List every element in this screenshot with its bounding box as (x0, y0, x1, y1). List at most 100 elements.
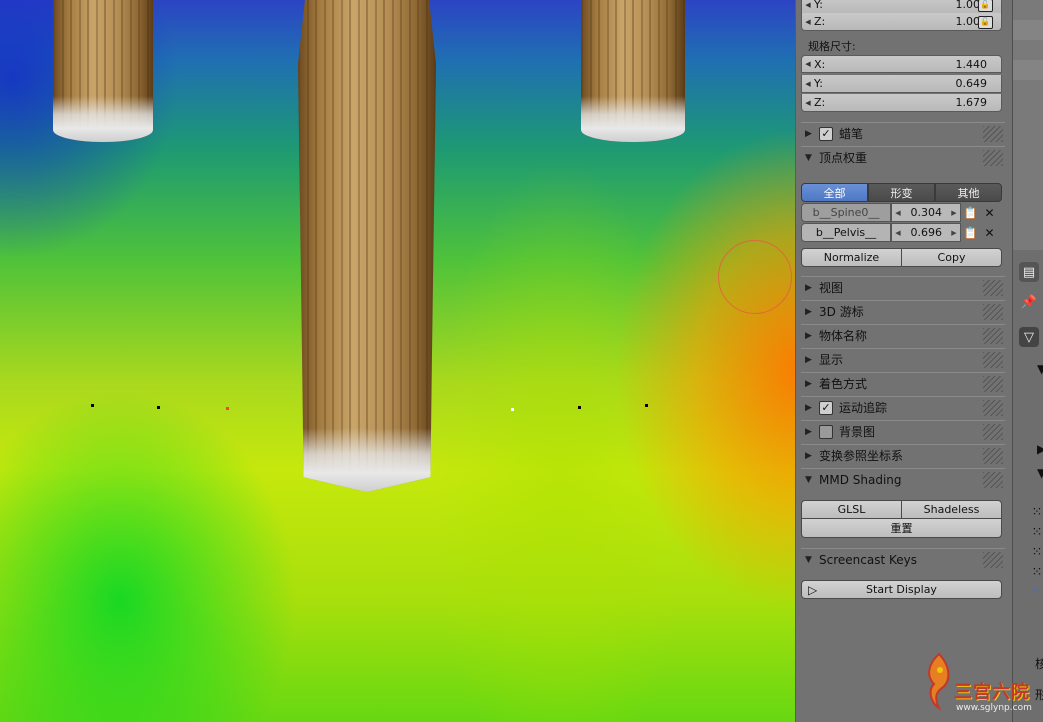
collapse-triangle-icon: ▼ (1037, 466, 1043, 480)
drag-grip-icon[interactable] (983, 552, 1003, 568)
3d-viewport[interactable] (0, 0, 795, 722)
phoenix-logo-icon (928, 652, 950, 711)
drag-grip-icon[interactable] (983, 424, 1003, 440)
wood-texture (298, 0, 436, 492)
shadeless-button[interactable]: Shadeless (901, 500, 1002, 519)
hair-strand-left (53, 0, 153, 142)
list-item[interactable] (1013, 60, 1043, 80)
mesh-data-icon[interactable]: ▽ (1019, 327, 1039, 347)
increment-arrow-icon[interactable]: ▶ (948, 229, 960, 237)
vertex-group-name[interactable]: b__Pelvis__ (801, 223, 891, 242)
drag-grip-icon[interactable] (983, 150, 1003, 166)
lock-scale-y-toggle[interactable]: 🔓 (970, 0, 1000, 14)
section-grease-pencil[interactable]: ▶ ✓ 蜡笔 (801, 122, 1005, 144)
drag-grip-icon[interactable] (983, 352, 1003, 368)
dimension-x-field[interactable]: ◀ X: 1.440 (801, 55, 1002, 73)
drag-grip-icon[interactable] (983, 280, 1003, 296)
expand-triangle-icon: ▶ (805, 426, 812, 437)
vertex-group-icon[interactable]: ⁙ (1027, 522, 1043, 542)
list-item[interactable] (1013, 0, 1043, 20)
paste-weight-icon[interactable]: 📋 (961, 223, 980, 242)
decrement-arrow-icon[interactable]: ◀ (892, 229, 904, 237)
hair-strand-center (298, 0, 436, 492)
vertex-group-name[interactable]: b__Spine0__ (801, 203, 891, 222)
decrement-arrow-icon[interactable]: ◀ (802, 18, 814, 26)
section-item-name[interactable]: ▶ 物体名称 (801, 324, 1005, 346)
section-motion-tracking[interactable]: ▶ ✓ 运动追踪 (801, 396, 1005, 418)
tab-all[interactable]: 全部 (801, 183, 868, 202)
decrement-arrow-icon[interactable]: ◀ (802, 60, 814, 68)
expand-triangle-icon: ▶ (805, 128, 812, 139)
background-images-checkbox[interactable] (819, 424, 833, 439)
expand-triangle-icon: ▶ (805, 402, 812, 413)
hair-strand-right (581, 0, 685, 142)
drag-grip-icon[interactable] (983, 126, 1003, 142)
section-shading[interactable]: ▶ 着色方式 (801, 372, 1005, 394)
paste-weight-icon[interactable]: 📋 (961, 203, 980, 222)
drag-grip-icon[interactable] (983, 328, 1003, 344)
vertex-group-weight-field[interactable]: ◀ 0.696 ▶ (891, 223, 961, 242)
section-3d-cursor[interactable]: ▶ 3D 游标 (801, 300, 1005, 322)
vertex-point[interactable] (226, 407, 229, 410)
render-layers-icon[interactable]: ▤ (1019, 262, 1039, 282)
drag-grip-icon[interactable] (983, 304, 1003, 320)
section-transform-orientations[interactable]: ▶ 变换参照坐标系 (801, 444, 1005, 466)
grease-pencil-checkbox[interactable]: ✓ (819, 126, 833, 141)
glsl-button[interactable]: GLSL (801, 500, 902, 519)
white-tuft (581, 96, 685, 142)
vertex-point[interactable] (91, 404, 94, 407)
drag-grip-icon[interactable] (983, 472, 1003, 488)
drag-grip-icon[interactable] (983, 400, 1003, 416)
tab-other[interactable]: 其他 (935, 183, 1002, 202)
expand-triangle-icon: ▶ (1037, 442, 1043, 456)
pin-icon[interactable]: 📌 (1019, 292, 1039, 312)
vertex-group-icon[interactable]: ⁙ (1027, 562, 1043, 582)
dimension-y-field[interactable]: ◀ Y: 0.649 (801, 75, 1002, 93)
increment-arrow-icon[interactable]: ▶ (948, 209, 960, 217)
vertex-group-icon[interactable]: ⁙ (1027, 542, 1043, 562)
watermark: 三宫六院 www.sglynp.com (918, 650, 1042, 720)
vertex-group-row: b__Pelvis__ ◀ 0.696 ▶ 📋 ✕ (801, 223, 1002, 242)
list-item[interactable] (1013, 40, 1043, 60)
vertex-point[interactable] (578, 406, 581, 409)
vertex-point[interactable] (157, 406, 160, 409)
lock-icon: 🔓 (977, 0, 993, 12)
section-background-images[interactable]: ▶ 背景图 (801, 420, 1005, 442)
section-vertex-weights[interactable]: ▼ 顶点权重 (801, 146, 1005, 168)
expand-triangle-icon: ▶ (805, 378, 812, 389)
section-screencast-keys[interactable]: ▼ Screencast Keys (801, 548, 1005, 570)
vertex-group-icon[interactable]: ⁙ (1027, 582, 1043, 602)
vertex-group-weight-field[interactable]: ◀ 0.304 ▶ (891, 203, 961, 222)
decrement-arrow-icon[interactable]: ◀ (802, 99, 814, 107)
delete-weight-icon[interactable]: ✕ (980, 223, 999, 242)
decrement-arrow-icon[interactable]: ◀ (802, 1, 814, 9)
drag-grip-icon[interactable] (983, 448, 1003, 464)
section-view[interactable]: ▶ 视图 (801, 276, 1005, 298)
list-item[interactable] (1013, 20, 1043, 40)
decrement-arrow-icon[interactable]: ◀ (802, 80, 814, 88)
vertex-group-icon[interactable]: ⁙ (1027, 502, 1043, 522)
vertex-point[interactable] (645, 404, 648, 407)
outliner-strip[interactable] (1013, 0, 1043, 250)
expand-triangle-icon: ▶ (805, 330, 812, 341)
vertex-point[interactable] (511, 408, 514, 411)
vertex-group-row: b__Spine0__ ◀ 0.304 ▶ 📋 ✕ (801, 203, 1002, 222)
dimensions-label: 规格尺寸: (808, 40, 856, 53)
lock-scale-z-toggle[interactable]: 🔓 (970, 13, 1000, 31)
delete-weight-icon[interactable]: ✕ (980, 203, 999, 222)
expand-triangle-icon: ▶ (805, 450, 812, 461)
section-display[interactable]: ▶ 显示 (801, 348, 1005, 370)
drag-grip-icon[interactable] (983, 376, 1003, 392)
start-display-button[interactable]: ▷ Start Display (801, 580, 1002, 599)
motion-tracking-checkbox[interactable]: ✓ (819, 400, 833, 415)
expand-triangle-icon: ▶ (805, 354, 812, 365)
copy-button[interactable]: Copy (901, 248, 1002, 267)
tab-deform[interactable]: 形变 (868, 183, 935, 202)
normalize-button[interactable]: Normalize (801, 248, 902, 267)
white-tuft (298, 428, 436, 492)
decrement-arrow-icon[interactable]: ◀ (892, 209, 904, 217)
reset-button[interactable]: 重置 (801, 519, 1002, 538)
collapse-triangle-icon: ▼ (805, 554, 812, 565)
dimension-z-field[interactable]: ◀ Z: 1.679 (801, 94, 1002, 112)
section-mmd-shading[interactable]: ▼ MMD Shading (801, 468, 1005, 490)
